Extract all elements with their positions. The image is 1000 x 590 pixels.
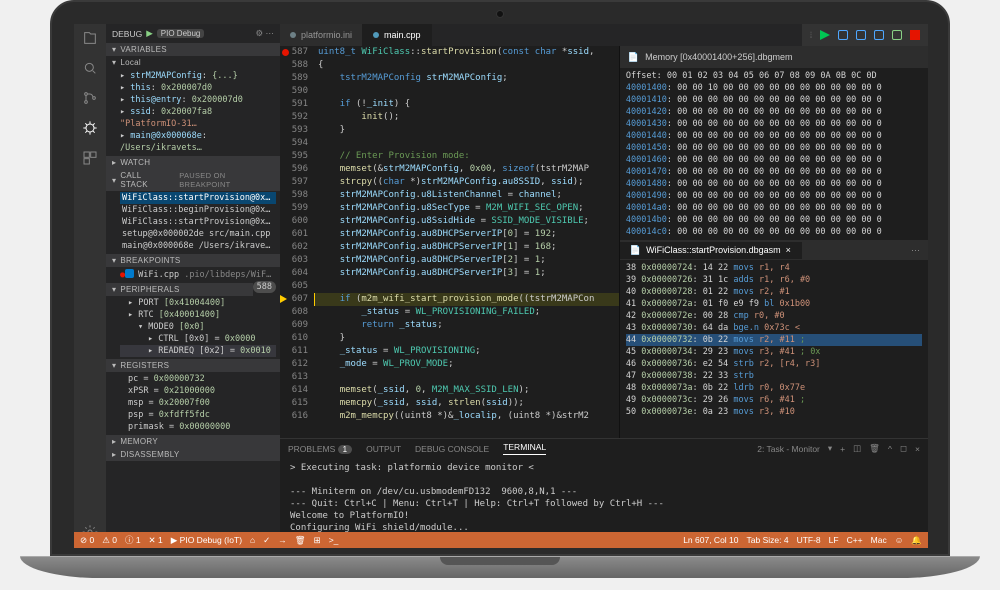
git-icon[interactable] xyxy=(82,90,98,106)
restart-icon[interactable] xyxy=(892,30,902,40)
bell-icon[interactable]: 🔔 xyxy=(911,535,922,546)
memory-tab[interactable]: 📄 Memory [0x40001400+256].dbgmem xyxy=(620,46,928,68)
callstack-list: WiFiClass::startProvision@0x000007…WiFiC… xyxy=(106,191,280,254)
tab-size[interactable]: Tab Size: 4 xyxy=(747,535,789,545)
disassembly-header[interactable]: ▸ DISASSEMBLY xyxy=(106,448,280,461)
asm-tab[interactable]: 📄 WiFiClass::startProvision.dbgasm × xyxy=(620,242,802,259)
peripherals-header[interactable]: ▾ PERIPHERALS xyxy=(106,283,253,296)
debug-config[interactable]: PIO Debug xyxy=(157,29,205,38)
stop-icon[interactable] xyxy=(910,30,920,40)
problems-tab[interactable]: PROBLEMS 1 xyxy=(288,444,352,454)
search-icon[interactable] xyxy=(82,60,98,76)
locals-list: ▸ strM2MAPConfig: {...}▸ this: 0x200007d… xyxy=(106,69,280,156)
memory-header[interactable]: ▸ MEMORY xyxy=(106,435,280,448)
sidebar-title: DEBUG xyxy=(112,29,142,39)
disassembly-view: 38 0x00000724: 14 22 movs r1, r4 39 0x00… xyxy=(620,260,928,420)
tab-bar: platformio.ini main.cpp ⦙ xyxy=(280,24,928,46)
task-select[interactable]: 2: Task - Monitor xyxy=(757,444,820,454)
peripherals-tree: ▸ PORT [0x41004400]▸ RTC [0x40001400]▾ M… xyxy=(106,296,280,359)
memory-view: Offset: 00 01 02 03 04 05 06 07 08 09 0A… xyxy=(620,68,928,240)
step-over-icon[interactable] xyxy=(838,30,848,40)
tab-platformio[interactable]: platformio.ini xyxy=(280,24,363,46)
debugconsole-tab[interactable]: DEBUG CONSOLE xyxy=(415,444,489,454)
status-bar: ⊘ 0 ⚠ 0 ⓘ 1 ✕ 1 ▶ PIO Debug (IoT) ⌂ ✓ → … xyxy=(74,532,928,548)
home-icon[interactable]: ⌂ xyxy=(250,535,255,545)
debug-sidebar: DEBUG ▶ PIO Debug ⚙ ⋯ ▾ VARIABLES ▾ Loca… xyxy=(106,24,280,548)
new-terminal-icon[interactable]: + xyxy=(840,444,845,454)
cursor-pos[interactable]: Ln 607, Col 10 xyxy=(683,535,738,545)
extensions-icon[interactable] xyxy=(82,150,98,166)
feedback-icon[interactable]: ☺ xyxy=(895,535,904,545)
breakpoint-row[interactable]: ●WiFi.cpp .pio/libdeps/WiF… 588 xyxy=(106,267,280,283)
watch-header[interactable]: ▸ WATCH xyxy=(106,156,280,169)
continue-icon[interactable] xyxy=(820,30,830,40)
code-editor[interactable]: 5875885895905915925935945955965975985996… xyxy=(280,46,619,438)
maximize-icon[interactable]: ^ xyxy=(888,444,892,454)
clean-icon[interactable]: 🗑 xyxy=(295,535,306,546)
encoding[interactable]: UTF-8 xyxy=(797,535,821,545)
output-tab[interactable]: OUTPUT xyxy=(366,444,401,454)
registers-list: pc = 0x00000732xPSR = 0x21000000msp = 0x… xyxy=(106,372,280,435)
debug-toolbar: ⦙ xyxy=(802,24,928,46)
trash-icon[interactable]: 🗑 xyxy=(869,443,880,454)
serial-icon[interactable]: ⊞ xyxy=(314,535,321,546)
terminal-tab[interactable]: TERMINAL xyxy=(503,442,546,455)
tab-maincpp[interactable]: main.cpp xyxy=(363,24,432,46)
eol[interactable]: LF xyxy=(829,535,839,545)
close-icon[interactable]: × xyxy=(915,444,920,454)
os: Mac xyxy=(871,535,887,545)
more-icon[interactable]: ⋯ xyxy=(903,245,928,256)
registers-header[interactable]: ▾ REGISTERS xyxy=(106,359,280,372)
upload-icon[interactable]: → xyxy=(278,535,287,545)
callstack-header[interactable]: ▾ CALL STACK PAUSED ON BREAKPOINT xyxy=(106,169,280,191)
variables-header[interactable]: ▾ VARIABLES xyxy=(106,43,280,56)
language-mode[interactable]: C++ xyxy=(847,535,863,545)
close-panel-icon[interactable]: ◻ xyxy=(900,443,907,454)
breakpoints-header[interactable]: ▾ BREAKPOINTS xyxy=(106,254,280,267)
status-warnings[interactable]: ⚠ 0 xyxy=(102,535,117,546)
build-icon[interactable]: ✓ xyxy=(263,535,270,546)
explorer-icon[interactable] xyxy=(82,30,98,46)
editor-group: platformio.ini main.cpp ⦙ xyxy=(280,24,928,548)
status-errors[interactable]: ⊘ 0 xyxy=(80,535,94,546)
split-terminal-icon[interactable]: ◫ xyxy=(853,443,861,454)
locals-header[interactable]: ▾ Local xyxy=(106,56,280,69)
activity-bar xyxy=(74,24,106,548)
status-run[interactable]: ▶ PIO Debug (IoT) xyxy=(171,535,242,546)
step-out-icon[interactable] xyxy=(874,30,884,40)
step-into-icon[interactable] xyxy=(856,30,866,40)
debug-icon[interactable] xyxy=(82,120,98,136)
term-icon[interactable]: >_ xyxy=(329,535,339,545)
